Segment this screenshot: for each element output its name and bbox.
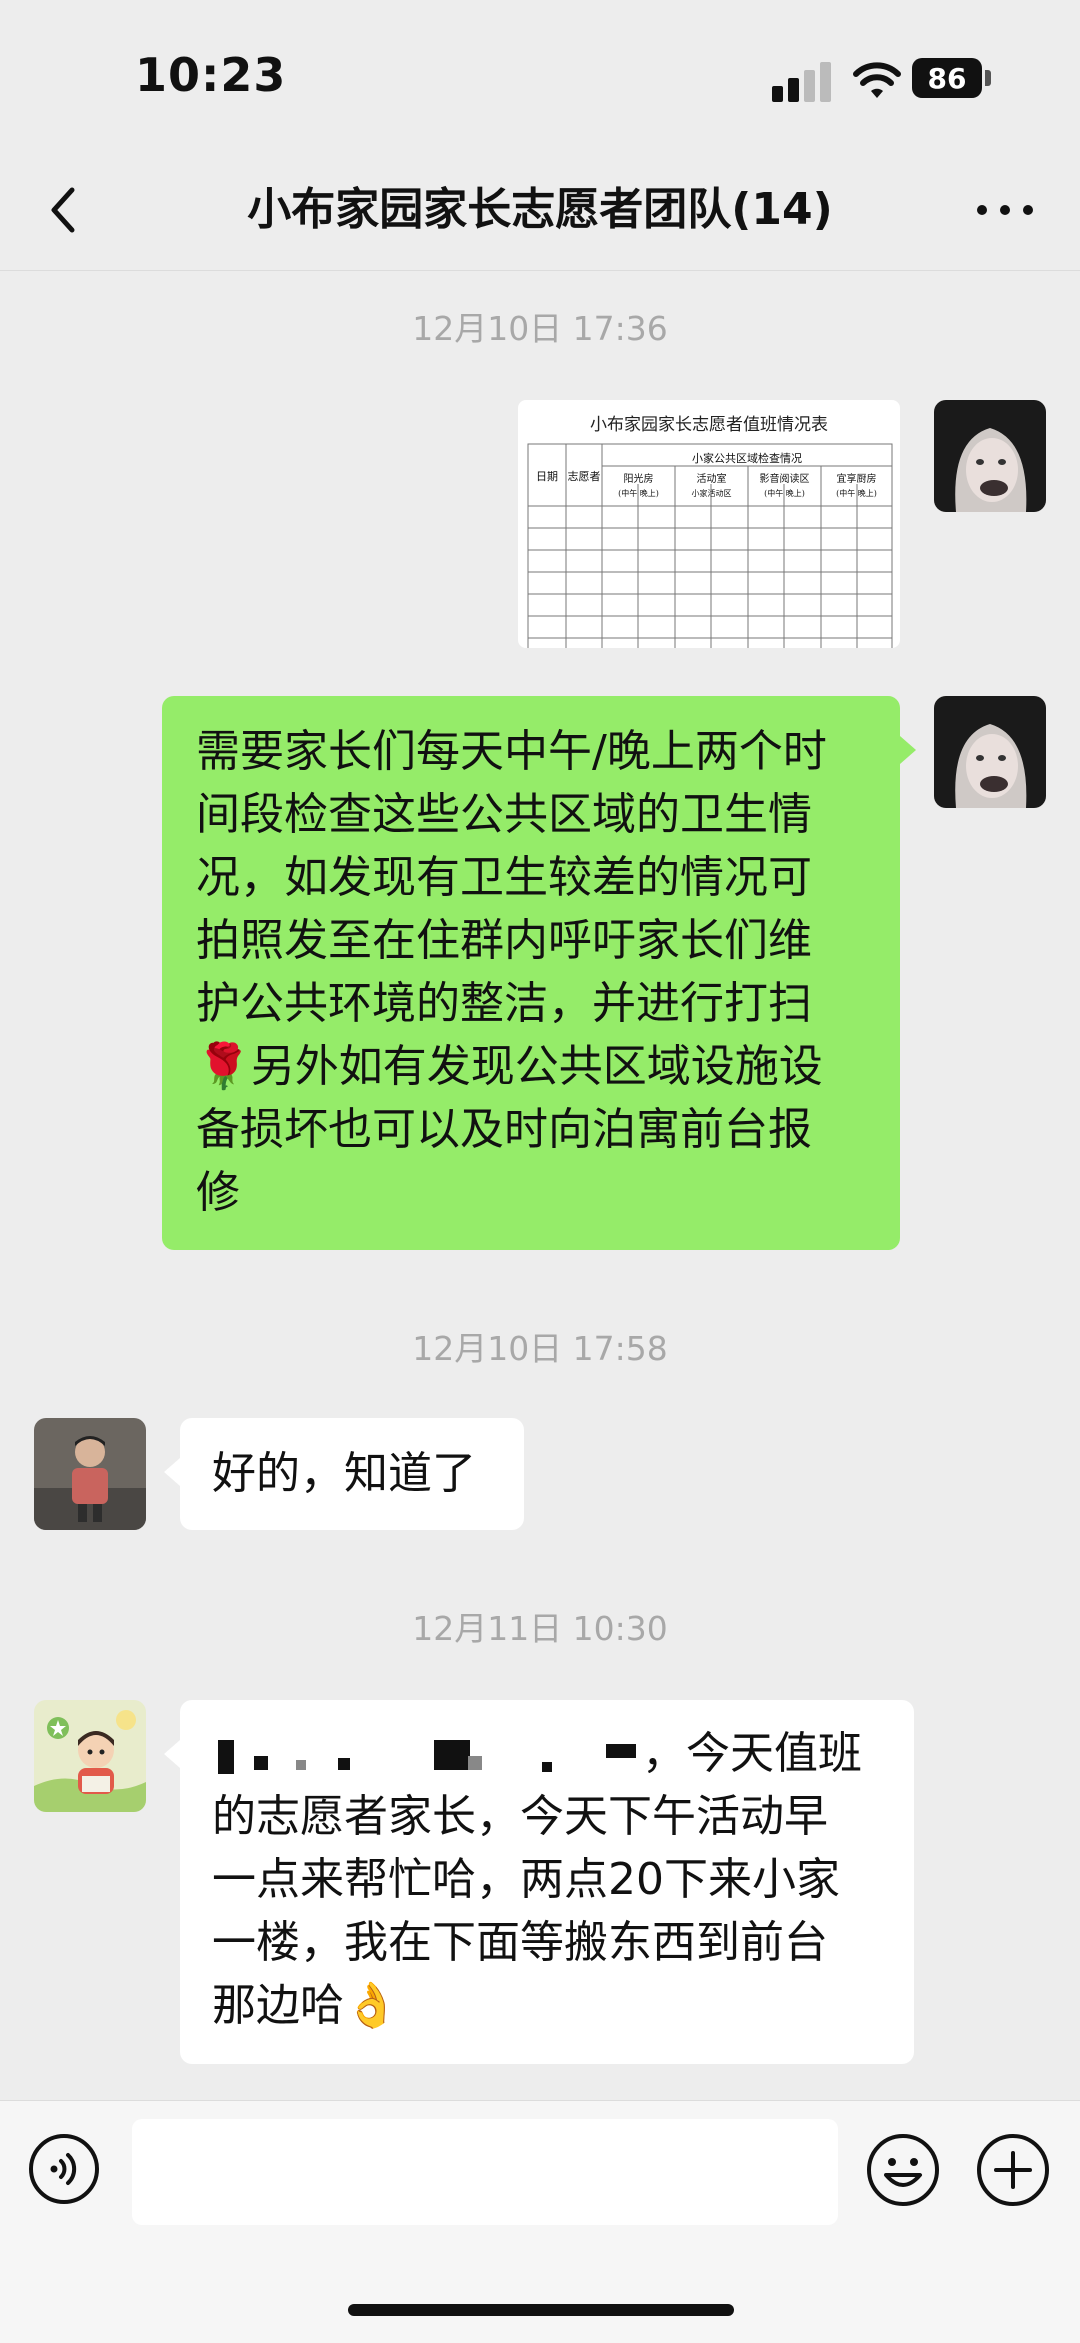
message-line: 间段检查这些公共区域的卫生情 xyxy=(196,789,812,840)
bubble-tail xyxy=(164,1740,180,1768)
sheet-area-header: 影音阅读区 xyxy=(759,474,810,485)
sheet-sub-header: (中午 晚上) xyxy=(764,489,805,498)
message-line: 护公共环境的整洁，并进行打扫 xyxy=(196,978,812,1029)
message-line: 修 xyxy=(196,1167,240,1218)
sheet-sub-header: 小家活动区 xyxy=(691,489,732,498)
sheet-sub-header: (中午 晚上) xyxy=(836,489,877,498)
message-line: 🌹另外如有发现公共区域设施设 xyxy=(196,1041,823,1092)
message-line: 拍照发至在住群内呼吁家长们维 xyxy=(196,915,812,966)
message-line: 需要家长们每天中午/晚上两个时 xyxy=(196,726,827,777)
chat-title: 小布家园家长志愿者团队(14) xyxy=(247,184,833,235)
avatar[interactable] xyxy=(34,1418,146,1530)
message-line: 好的，知道了 xyxy=(212,1448,476,1499)
message-text-input[interactable] xyxy=(132,2119,838,2225)
voice-input-icon[interactable] xyxy=(28,2133,100,2205)
timestamp: 12月11日 10:30 xyxy=(412,1609,668,1648)
received-message-bubble[interactable]: 好的，知道了 xyxy=(180,1418,524,1530)
message-line: 一楼，我在下面等搬东西到前台 xyxy=(212,1917,828,1968)
timestamp: 12月10日 17:58 xyxy=(412,1329,668,1368)
sent-message-bubble[interactable]: 需要家长们每天中午/晚上两个时 间段检查这些公共区域的卫生情 况，如发现有卫生较… xyxy=(162,696,900,1250)
message-line-redacted: ，今天值班 xyxy=(212,1722,882,1785)
more-dots-icon[interactable] xyxy=(970,180,1040,240)
bubble-tail xyxy=(164,1458,180,1486)
avatar[interactable] xyxy=(34,1700,146,1812)
sheet-group-header: 小家公共区域检查情况 xyxy=(692,452,802,465)
battery-indicator: 86 xyxy=(912,58,982,98)
emoji-icon[interactable] xyxy=(866,2133,940,2207)
bubble-tail xyxy=(900,736,916,764)
message-line: 那边哈👌 xyxy=(212,1980,399,2031)
back-chevron-icon[interactable] xyxy=(38,180,98,240)
message-line: 备损坏也可以及时向泊寓前台报 xyxy=(196,1104,812,1155)
sheet-table-grid xyxy=(527,443,893,648)
message-line: 况，如发现有卫生较差的情况可 xyxy=(196,852,812,903)
sheet-col-date: 日期 xyxy=(536,470,558,483)
received-message-bubble[interactable]: ，今天值班 的志愿者家长，今天下午活动早 一点来帮忙哈，两点20下来小家 一楼，… xyxy=(180,1700,914,2064)
sheet-area-header: 阳光房 xyxy=(623,474,654,485)
plus-icon[interactable] xyxy=(976,2133,1050,2207)
avatar[interactable] xyxy=(934,696,1046,808)
sheet-area-header: 活动室 xyxy=(696,474,727,485)
avatar[interactable] xyxy=(934,400,1046,512)
sheet-area-header: 宜享厨房 xyxy=(836,474,877,485)
chat-header: 小布家园家长志愿者团队(14) xyxy=(0,150,1080,271)
sheet-image-attachment[interactable]: 小布家园家长志愿者值班情况表 日期 志愿者 小家公共区域检查情况 阳光房 活动室… xyxy=(518,400,900,648)
message-text: ，今天值班 xyxy=(642,1728,862,1779)
battery-tip xyxy=(985,70,991,86)
status-time: 10:23 xyxy=(135,48,287,102)
wifi-icon xyxy=(853,62,901,98)
sheet-col-volunteer: 志愿者 xyxy=(567,470,601,483)
status-bar: 10:23 86 xyxy=(0,0,1080,150)
home-indicator xyxy=(348,2304,734,2316)
signal-icon xyxy=(772,62,834,102)
message-line: 一点来帮忙哈，两点20下来小家 xyxy=(212,1854,840,1905)
message-line: 的志愿者家长，今天下午活动早 xyxy=(212,1791,828,1842)
sheet-sub-header: (中午 晚上) xyxy=(618,489,659,498)
redacted-text xyxy=(212,1736,642,1776)
timestamp: 12月10日 17:36 xyxy=(412,309,668,348)
